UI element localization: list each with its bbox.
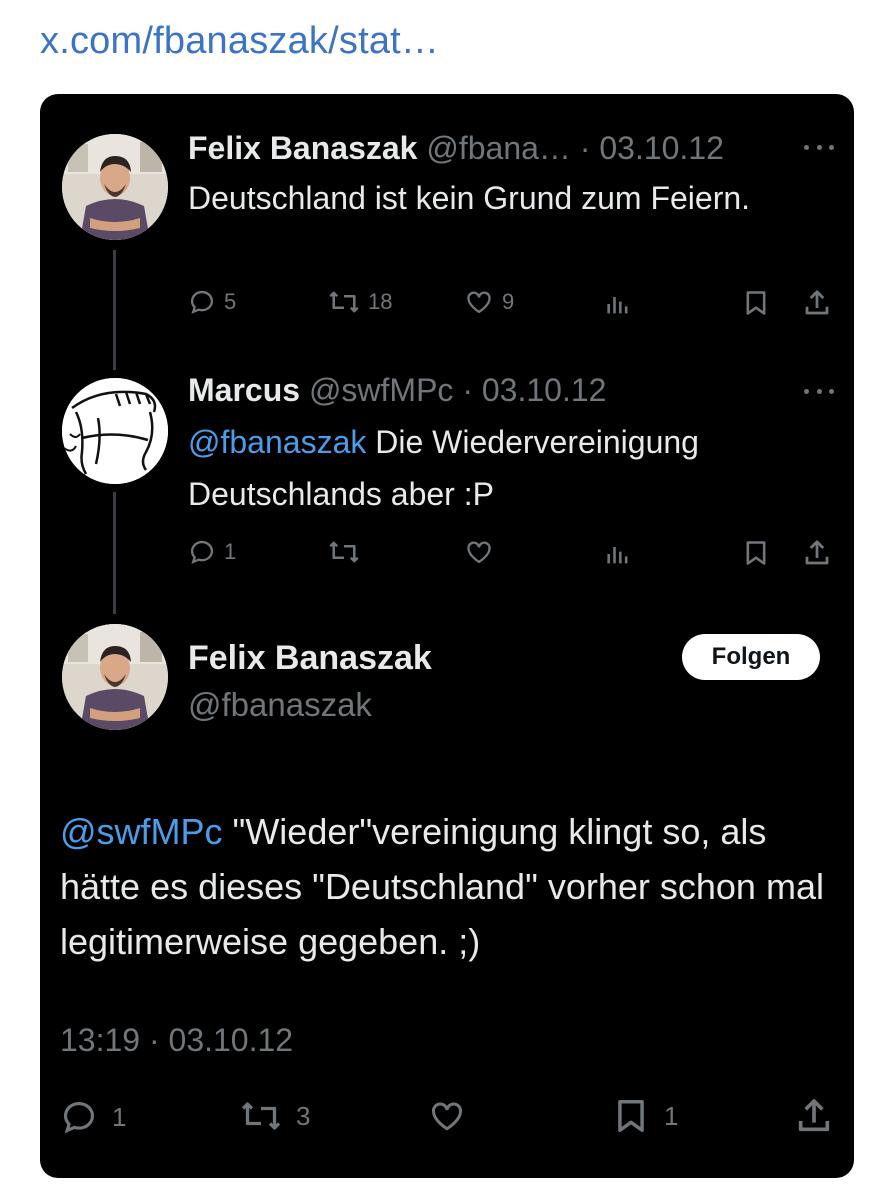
tweet-date[interactable]: 03.10.12 — [599, 130, 724, 166]
views-icon — [607, 297, 628, 314]
bookmark-count: 1 — [664, 1100, 679, 1131]
avatar-image — [62, 624, 168, 730]
tweet-date[interactable]: 03.10.12 — [482, 372, 607, 408]
bookmark-button[interactable] — [742, 538, 770, 568]
header-separator: · — [570, 130, 600, 166]
like-count: 9 — [502, 289, 515, 314]
mention-link[interactable]: @swfMPc — [60, 811, 223, 852]
tweet-thread-card: Felix Banaszak @fbana… · 03.10.12 Deutsc… — [40, 94, 854, 1178]
share-button[interactable] — [794, 1096, 834, 1136]
source-url-link[interactable]: x.com/fbanaszak/stat… — [40, 20, 439, 63]
follow-button[interactable]: Folgen — [682, 634, 820, 680]
author-name[interactable]: Felix Banaszak — [188, 130, 417, 166]
like-icon — [467, 291, 491, 314]
mention-link[interactable]: @fbanaszak — [188, 424, 366, 460]
author-name[interactable]: Marcus — [188, 372, 300, 408]
bookmark-icon — [746, 541, 766, 565]
bookmark-icon — [746, 291, 766, 315]
avatar-image — [62, 378, 168, 484]
retweet-button[interactable] — [328, 538, 368, 566]
share-button[interactable] — [802, 538, 832, 568]
views-icon — [607, 547, 628, 564]
bookmark-icon — [618, 1100, 644, 1132]
retweet-icon — [329, 541, 359, 563]
main-tweet-timestamp[interactable]: 13:19 · 03.10.12 — [60, 1022, 293, 1059]
reply-count: 1 — [112, 1101, 127, 1132]
bookmark-button[interactable] — [742, 288, 770, 318]
reply-icon — [190, 540, 214, 564]
more-icon[interactable] — [804, 142, 834, 152]
reply-icon — [190, 290, 214, 314]
reply-count: 5 — [224, 289, 237, 314]
main-author-handle[interactable]: @fbanaszak — [188, 686, 372, 724]
retweet-icon — [241, 1102, 281, 1130]
like-icon — [467, 541, 491, 564]
avatar-image — [62, 134, 168, 240]
thread-connector — [113, 250, 116, 370]
reply-button[interactable]: 5 — [188, 288, 236, 316]
like-button[interactable]: 9 — [464, 288, 514, 316]
reply-icon — [63, 1101, 95, 1134]
views-button[interactable] — [604, 540, 632, 568]
share-icon — [805, 290, 829, 315]
author-handle[interactable]: @swfMPc — [309, 372, 453, 408]
reply-button[interactable]: 1 — [60, 1098, 126, 1136]
share-icon — [798, 1099, 830, 1132]
like-button[interactable] — [464, 538, 502, 566]
views-button[interactable] — [604, 290, 632, 318]
avatar-felix[interactable] — [62, 624, 168, 730]
retweet-icon — [329, 291, 359, 313]
tweet-header: Marcus @swfMPc · 03.10.12 — [188, 372, 606, 409]
share-button[interactable] — [802, 288, 832, 318]
tweet-text: Deutschland ist kein Grund zum Feiern. — [188, 180, 751, 216]
tweet-text: @fbanaszak Die Wiedervereinigung Deutsch… — [188, 416, 808, 520]
reply-button[interactable]: 1 — [188, 538, 236, 566]
main-author-name[interactable]: Felix Banaszak — [188, 639, 432, 678]
like-button[interactable] — [428, 1098, 466, 1134]
like-icon — [431, 1102, 463, 1131]
share-icon — [805, 540, 829, 565]
more-icon[interactable] — [804, 386, 834, 396]
avatar-felix[interactable] — [62, 134, 168, 240]
retweet-button[interactable]: 3 — [240, 1098, 310, 1134]
retweet-count: 3 — [296, 1100, 311, 1131]
avatar-marcus[interactable] — [62, 378, 168, 484]
reply-count: 1 — [224, 539, 237, 564]
thread-connector — [113, 492, 116, 614]
tweet-header: Felix Banaszak @fbana… · 03.10.12 — [188, 130, 724, 167]
header-separator: · — [453, 372, 482, 408]
retweet-button[interactable]: 18 — [328, 288, 392, 316]
retweet-count: 18 — [368, 289, 393, 314]
author-handle[interactable]: @fbana… — [426, 130, 571, 166]
main-tweet-text: @swfMPc "Wieder"vereinigung klingt so, a… — [60, 804, 840, 969]
bookmark-button[interactable]: 1 — [612, 1096, 678, 1136]
